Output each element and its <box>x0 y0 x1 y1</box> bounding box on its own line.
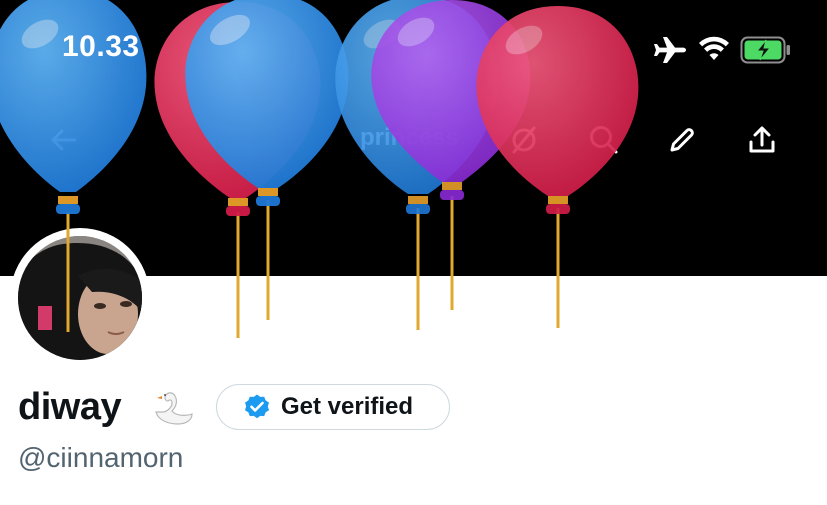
avatar-photo <box>18 236 142 360</box>
arrow-left-icon <box>51 129 77 151</box>
nav-title: princess <box>360 124 459 151</box>
verified-badge-icon <box>245 394 269 419</box>
airplane-icon <box>654 37 686 63</box>
display-name: diway <box>18 386 122 428</box>
search-button[interactable] <box>586 122 622 158</box>
battery-charging-icon <box>740 36 790 64</box>
get-verified-label: Get verified <box>281 393 414 420</box>
swan-emoji-icon <box>155 392 193 425</box>
edit-button[interactable] <box>664 122 700 158</box>
status-bar: 10.33 <box>0 0 827 100</box>
share-upload-icon <box>749 126 775 153</box>
user-handle: @ciinnamorn <box>18 442 184 473</box>
share-button[interactable] <box>744 122 780 158</box>
back-button[interactable] <box>46 122 82 158</box>
search-icon <box>590 126 618 154</box>
circle-slash-icon <box>512 126 536 154</box>
wifi-icon <box>699 36 729 60</box>
mute-button[interactable] <box>506 122 542 158</box>
get-verified-button[interactable]: Get verified <box>216 384 450 430</box>
pencil-icon <box>670 128 694 152</box>
status-time: 10.33 <box>62 30 140 63</box>
avatar[interactable] <box>10 228 150 368</box>
